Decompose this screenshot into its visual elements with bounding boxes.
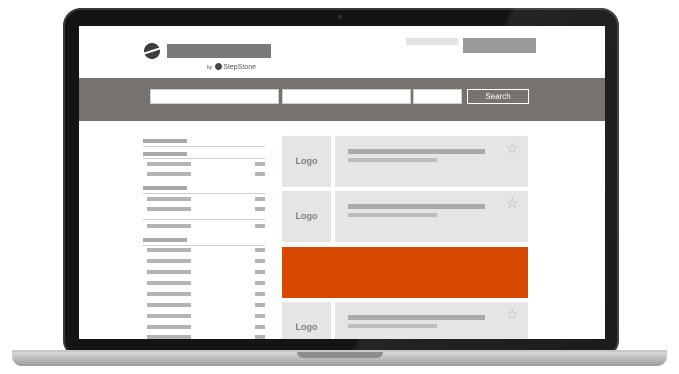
filter-count	[255, 281, 265, 285]
filter-option[interactable]	[147, 172, 191, 176]
laptop-opening-notch	[297, 352, 383, 358]
job-result-card[interactable]: Logo ☆	[282, 136, 528, 187]
filter-divider	[143, 193, 265, 194]
job-title-placeholder	[348, 149, 485, 154]
search-button[interactable]: Search	[467, 89, 529, 104]
filter-option[interactable]	[147, 259, 191, 263]
filter-option[interactable]	[147, 325, 191, 329]
star-outline-icon[interactable]: ☆	[506, 141, 519, 155]
header-link-placeholder[interactable]	[406, 38, 458, 45]
byline-prefix: by	[207, 65, 213, 71]
job-company-placeholder	[348, 324, 437, 328]
company-logo: Logo	[282, 191, 331, 242]
search-bar: Search	[79, 78, 605, 121]
star-outline-icon[interactable]: ☆	[506, 196, 519, 210]
header-button-placeholder[interactable]	[463, 38, 536, 53]
filter-option[interactable]	[147, 314, 191, 318]
filter-heading	[143, 152, 187, 156]
filter-option[interactable]	[147, 303, 191, 307]
filter-option[interactable]	[147, 281, 191, 285]
job-result-details: ☆	[335, 302, 528, 339]
filter-count	[255, 248, 265, 252]
filter-count	[255, 207, 265, 211]
job-result-details: ☆	[335, 191, 528, 242]
filter-count	[255, 325, 265, 329]
filter-count	[255, 270, 265, 274]
filter-count	[255, 292, 265, 296]
filter-divider	[143, 158, 265, 159]
byline-brand: StepStone	[223, 64, 256, 71]
laptop-screen: by StepStone Search Logo ☆ Logo ☆ Logo ☆	[79, 26, 605, 339]
filter-option[interactable]	[147, 248, 191, 252]
filter-count	[255, 224, 265, 228]
filter-count	[255, 314, 265, 318]
radius-input[interactable]	[413, 89, 462, 104]
filter-count	[255, 197, 265, 201]
byline: by StepStone	[207, 63, 256, 71]
job-company-placeholder	[348, 213, 437, 217]
filter-option[interactable]	[147, 335, 191, 339]
filter-divider	[143, 146, 265, 147]
brand-logo-icon[interactable]	[144, 43, 160, 59]
filter-heading	[143, 139, 187, 143]
job-company-placeholder	[348, 158, 437, 162]
filter-option[interactable]	[147, 162, 191, 166]
filter-divider	[143, 219, 265, 220]
filter-option[interactable]	[147, 207, 191, 211]
job-title-placeholder	[348, 204, 485, 209]
keyword-input[interactable]	[150, 89, 279, 104]
filter-count	[255, 335, 265, 339]
camera-icon	[338, 15, 342, 19]
filter-count	[255, 259, 265, 263]
filter-option[interactable]	[147, 270, 191, 274]
filter-option[interactable]	[147, 292, 191, 296]
filter-option[interactable]	[147, 197, 191, 201]
brand-name-placeholder[interactable]	[167, 44, 271, 58]
job-result-card[interactable]: Logo ☆	[282, 302, 528, 339]
job-result-card[interactable]: Logo ☆	[282, 191, 528, 242]
star-outline-icon[interactable]: ☆	[506, 307, 519, 321]
filter-heading	[143, 238, 187, 242]
filter-divider	[143, 245, 265, 246]
filter-count	[255, 172, 265, 176]
filter-heading	[143, 186, 187, 190]
filter-count	[255, 162, 265, 166]
featured-result-banner[interactable]	[282, 247, 528, 298]
job-result-details: ☆	[335, 136, 528, 187]
filter-option[interactable]	[147, 224, 191, 228]
company-logo: Logo	[282, 302, 331, 339]
filter-count	[255, 303, 265, 307]
job-title-placeholder	[348, 315, 485, 320]
stepstone-logo-icon	[215, 63, 223, 70]
location-input[interactable]	[282, 89, 411, 104]
company-logo: Logo	[282, 136, 331, 187]
